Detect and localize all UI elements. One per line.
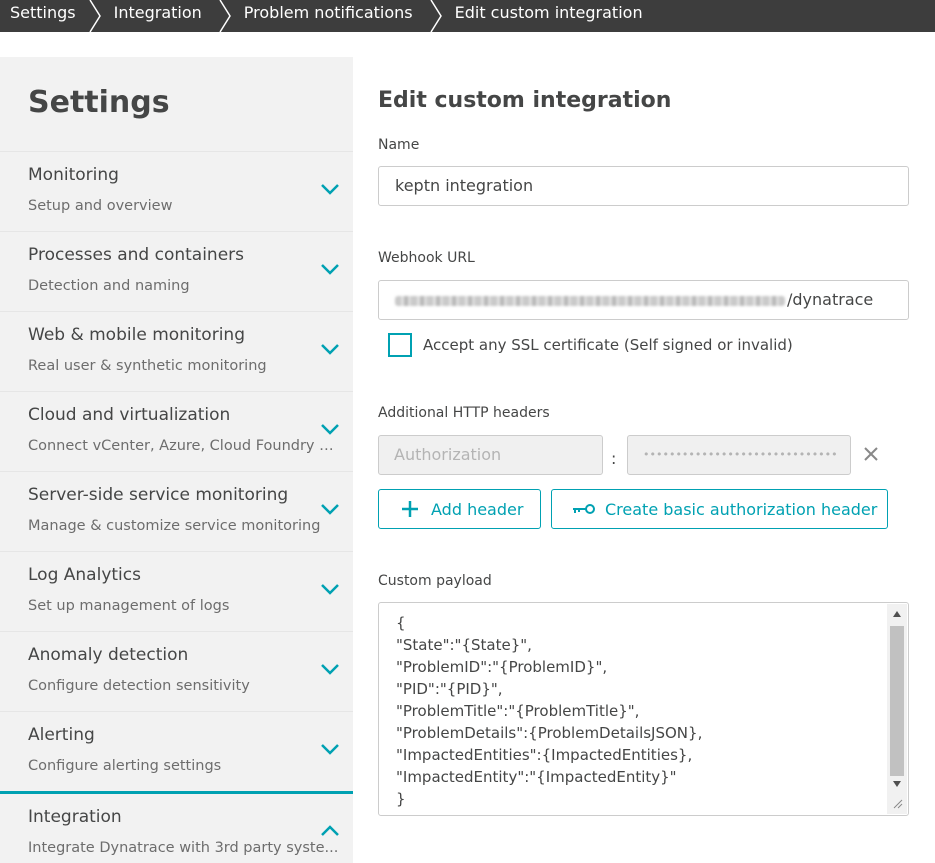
payload-line: }	[396, 790, 406, 808]
sidebar-item-label: Processes and containers	[28, 245, 245, 265]
scrollbar-thumb[interactable]	[890, 626, 904, 776]
resize-grip-icon[interactable]	[891, 797, 903, 809]
payload-line: "ImpactedEntity":"{ImpactedEntity}"	[396, 768, 677, 786]
ssl-checkbox[interactable]	[388, 333, 412, 357]
breadcrumb: Settings Integration Problem notificatio…	[0, 0, 935, 32]
breadcrumb-separator-icon	[88, 0, 116, 32]
sidebar-item-web-mobile[interactable]: Web & mobile monitoring Real user & synt…	[0, 311, 353, 391]
sidebar-item-sublabel: Connect vCenter, Azure, Cloud Foundry o.…	[28, 438, 340, 454]
create-basic-auth-button[interactable]: Create basic authorization header	[551, 489, 888, 529]
scroll-down-icon[interactable]	[892, 780, 902, 788]
payload-line: "PID":"{PID}",	[396, 680, 503, 698]
chevron-down-icon	[321, 744, 339, 755]
sidebar-item-processes[interactable]: Processes and containers Detection and n…	[0, 231, 353, 311]
payload-content: { "State":"{State}", "ProblemID":"{Probl…	[396, 612, 702, 810]
webhook-url-label: Webhook URL	[378, 250, 475, 266]
sidebar-item-sublabel: Configure detection sensitivity	[28, 678, 250, 694]
sidebar-title: Settings	[28, 85, 170, 120]
sidebar-item-log-analytics[interactable]: Log Analytics Set up management of logs	[0, 551, 353, 631]
ssl-checkbox-row[interactable]: Accept any SSL certificate (Self signed …	[388, 333, 793, 357]
header-separator: :	[611, 449, 617, 468]
sidebar-item-label: Monitoring	[28, 165, 119, 185]
sidebar-item-sublabel: Configure alerting settings	[28, 758, 222, 774]
ssl-checkbox-label: Accept any SSL certificate (Self signed …	[423, 336, 793, 354]
redacted-url-part	[395, 295, 785, 306]
chevron-up-icon	[321, 825, 339, 836]
payload-line: "ProblemID":"{ProblemID}",	[396, 658, 608, 676]
sidebar-item-alerting[interactable]: Alerting Configure alerting settings	[0, 711, 353, 791]
sidebar-item-label: Server-side service monitoring	[28, 485, 289, 505]
sidebar-item-anomaly-detection[interactable]: Anomaly detection Configure detection se…	[0, 631, 353, 711]
payload-line: "ProblemDetails":{ProblemDetailsJSON},	[396, 724, 703, 742]
breadcrumb-problem-notifications[interactable]: Problem notifications	[244, 0, 413, 32]
headers-label: Additional HTTP headers	[378, 405, 550, 421]
name-input[interactable]: keptn integration	[378, 166, 909, 206]
payload-label: Custom payload	[378, 573, 492, 589]
payload-textarea[interactable]: { "State":"{State}", "ProblemID":"{Probl…	[378, 602, 909, 816]
breadcrumb-current: Edit custom integration	[454, 3, 643, 22]
breadcrumb-settings[interactable]: Settings	[0, 0, 76, 32]
create-basic-auth-label: Create basic authorization header	[605, 499, 878, 519]
remove-header-icon[interactable]	[862, 445, 880, 463]
header-value-input[interactable]: ••••••••••••••••••••••••••••••	[627, 435, 851, 475]
sidebar-item-integration[interactable]: Integration Integrate Dynatrace with 3rd…	[0, 791, 353, 863]
scroll-up-icon[interactable]	[892, 610, 902, 618]
sidebar-item-cloud[interactable]: Cloud and virtualization Connect vCenter…	[0, 391, 353, 471]
breadcrumb-integration[interactable]: Integration	[114, 0, 202, 32]
sidebar-item-label: Anomaly detection	[28, 645, 189, 665]
plus-icon	[402, 501, 418, 517]
page-title: Edit custom integration	[378, 88, 672, 113]
payload-line: "State":"{State}",	[396, 636, 532, 654]
name-label: Name	[378, 137, 420, 153]
chevron-down-icon	[321, 504, 339, 515]
chevron-down-icon	[321, 264, 339, 275]
sidebar-item-sublabel: Manage & customize service monitoring	[28, 518, 321, 534]
chevron-down-icon	[321, 584, 339, 595]
sidebar-item-label: Log Analytics	[28, 565, 141, 585]
payload-line: "ProblemTitle":"{ProblemTitle}",	[396, 702, 640, 720]
payload-line: "ImpactedEntities":{ImpactedEntities},	[396, 746, 693, 764]
payload-line: {	[396, 614, 406, 632]
chevron-down-icon	[321, 664, 339, 675]
settings-sidebar: Settings Monitoring Setup and overview P…	[0, 57, 353, 863]
add-header-button[interactable]: Add header	[378, 489, 541, 529]
chevron-down-icon	[321, 184, 339, 195]
sidebar-item-sublabel: Detection and naming	[28, 278, 190, 294]
breadcrumb-separator-icon	[218, 0, 246, 32]
sidebar-item-monitoring[interactable]: Monitoring Setup and overview	[0, 151, 353, 231]
sidebar-item-label: Cloud and virtualization	[28, 405, 231, 425]
breadcrumb-separator-icon	[429, 0, 457, 32]
sidebar-item-label: Web & mobile monitoring	[28, 325, 245, 345]
webhook-url-input[interactable]: /dynatrace	[378, 280, 909, 320]
payload-scrollbar[interactable]	[887, 604, 907, 814]
add-header-label: Add header	[431, 499, 524, 519]
webhook-url-suffix: /dynatrace	[787, 290, 874, 309]
sidebar-item-label: Alerting	[28, 725, 95, 745]
key-icon	[573, 504, 595, 514]
chevron-down-icon	[321, 424, 339, 435]
sidebar-item-sublabel: Setup and overview	[28, 198, 173, 214]
sidebar-item-sublabel: Real user & synthetic monitoring	[28, 358, 267, 374]
chevron-down-icon	[321, 344, 339, 355]
sidebar-item-sublabel: Integrate Dynatrace with 3rd party syste…	[28, 840, 339, 856]
sidebar-item-sublabel: Set up management of logs	[28, 598, 230, 614]
sidebar-item-label: Integration	[28, 807, 122, 827]
sidebar-item-server-side[interactable]: Server-side service monitoring Manage & …	[0, 471, 353, 551]
header-name-input[interactable]: Authorization	[378, 435, 603, 475]
